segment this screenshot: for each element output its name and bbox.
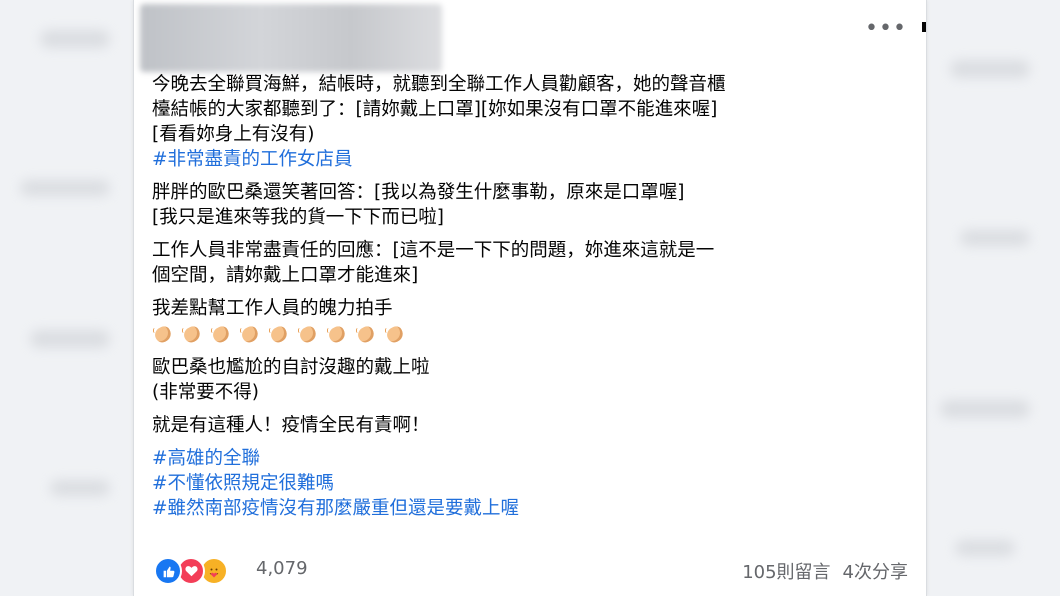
clapping-hands-icon [239, 325, 264, 345]
post-text-line: 我差點幫工作人員的魄力拍手 [152, 298, 393, 319]
post-text-line: 就是有這種人！疫情全民有責啊！ [152, 415, 430, 436]
reaction-icons[interactable] [154, 557, 244, 585]
post-paragraph: 今晚去全聯買海鮮，結帳時，就聽到全聯工作人員勸顧客，她的聲音櫃 檯結帳的大家都聽… [152, 72, 912, 172]
post-footer: 4,079 105則留言 4次分享 [152, 555, 908, 585]
hashtag-link[interactable]: #高雄的全聯 [152, 446, 912, 471]
clapping-hands-icon [355, 325, 380, 345]
clapping-hands-emoji-row [152, 322, 912, 347]
post-text-line: (非常要不得) [152, 382, 259, 403]
post-body: 今晚去全聯買海鮮，結帳時，就聽到全聯工作人員勸顧客，她的聲音櫃 檯結帳的大家都聽… [152, 72, 912, 529]
clapping-hands-icon [297, 325, 322, 345]
clapping-hands-icon [210, 325, 235, 345]
clapping-hands-icon [152, 325, 177, 345]
share-count-link[interactable]: 4次分享 [843, 562, 908, 583]
more-options-icon[interactable]: ••• [865, 18, 906, 44]
post-text-line: [看看妳身上有沒有) [152, 124, 315, 145]
post-paragraph: 歐巴桑也尷尬的自討沒趣的戴上啦 (非常要不得) [152, 355, 912, 405]
hashtag-link[interactable]: #不懂依照規定很難嗎 [152, 471, 912, 496]
post-text-line: [我只是進來等我的貨一下下而已啦] [152, 207, 444, 228]
post-text-line: 胖胖的歐巴桑還笑著回答：[我以為發生什麼事勒，原來是口罩喔] [152, 182, 685, 203]
post-text-line: 個空間，請妳戴上口罩才能進來] [152, 265, 419, 286]
post-text-line: 歐巴桑也尷尬的自討沒趣的戴上啦 [152, 357, 430, 378]
post-text-line: 檯結帳的大家都聽到了：[請妳戴上口罩][妳如果沒有口罩不能進來喔] [152, 99, 718, 120]
post-paragraph: 我差點幫工作人員的魄力拍手 [152, 296, 912, 347]
clapping-hands-icon [181, 325, 206, 345]
post-stats: 105則留言 4次分享 [742, 558, 908, 584]
clapping-hands-icon [326, 325, 351, 345]
post-text-line: 今晚去全聯買海鮮，結帳時，就聽到全聯工作人員勸顧客，她的聲音櫃 [152, 74, 726, 95]
reaction-count[interactable]: 4,079 [256, 558, 308, 579]
post-paragraph: 就是有這種人！疫情全民有責啊！ [152, 413, 912, 438]
edge-marker [922, 22, 926, 32]
clapping-hands-icon [384, 325, 409, 345]
like-icon [154, 557, 182, 585]
hashtag-link[interactable]: #非常盡責的工作女店員 [152, 147, 912, 172]
post-paragraph: 工作人員非常盡責任的回應：[這不是一下下的問題，妳進來這就是一 個空間，請妳戴上… [152, 238, 912, 288]
clapping-hands-icon [268, 325, 293, 345]
post-hashtags: #高雄的全聯 #不懂依照規定很難嗎 #雖然南部疫情沒有那麼嚴重但還是要戴上喔 [152, 446, 912, 521]
hashtag-link[interactable]: #雖然南部疫情沒有那麼嚴重但還是要戴上喔 [152, 496, 912, 521]
author-header-blurred [140, 4, 442, 72]
post-paragraph: 胖胖的歐巴桑還笑著回答：[我以為發生什麼事勒，原來是口罩喔] [我只是進來等我的… [152, 180, 912, 230]
post-text-line: 工作人員非常盡責任的回應：[這不是一下下的問題，妳進來這就是一 [152, 240, 715, 261]
post-card: ••• 今晚去全聯買海鮮，結帳時，就聽到全聯工作人員勸顧客，她的聲音櫃 檯結帳的… [133, 0, 927, 596]
comment-count-link[interactable]: 105則留言 [742, 562, 830, 583]
